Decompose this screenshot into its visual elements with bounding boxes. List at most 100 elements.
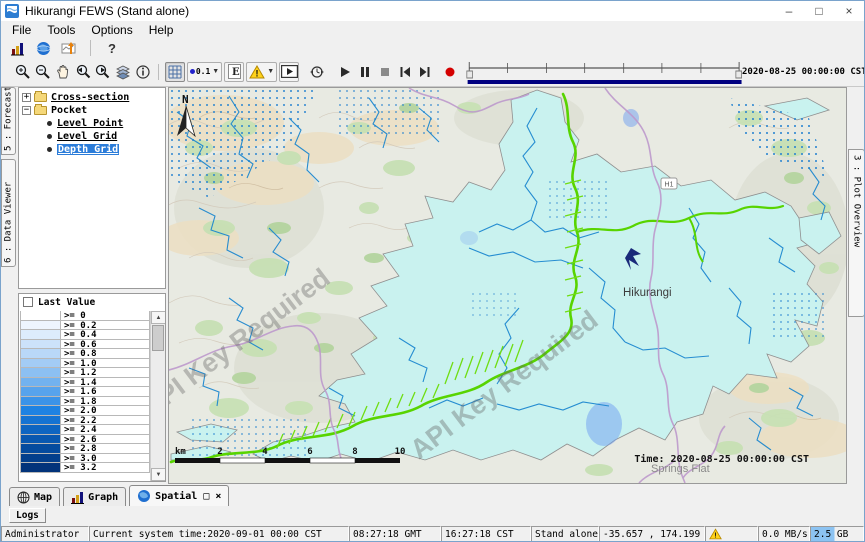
title-bar: Hikurangi FEWS (Stand alone) – □ × — [1, 1, 864, 21]
timeseries-icon — [61, 41, 77, 56]
legend-scrollbar[interactable]: ▲ ▼ — [150, 311, 165, 481]
info-button[interactable] — [133, 62, 153, 82]
map-display-button[interactable] — [33, 38, 53, 58]
svg-text:2: 2 — [217, 447, 222, 457]
legend-swatch — [21, 340, 61, 349]
info-icon — [135, 64, 151, 80]
legend-label: >= 2.6 — [61, 435, 97, 444]
warnings-dropdown[interactable]: ! ▼ — [246, 62, 277, 82]
legend-label: >= 2.4 — [61, 425, 97, 434]
town-label: Hikurangi — [623, 287, 672, 299]
spatial-globe-icon — [137, 489, 151, 503]
time-slider[interactable] — [466, 59, 742, 85]
tree-item-label-selected[interactable]: Depth Grid — [57, 144, 119, 155]
logs-button[interactable]: Logs — [9, 508, 46, 523]
status-local-time: 16:27:18 CST — [441, 526, 531, 542]
menu-item[interactable]: Tools — [39, 22, 83, 38]
zoom-in-button[interactable] — [13, 62, 33, 82]
pause-button[interactable] — [355, 62, 375, 82]
road-shield: H1 — [661, 178, 677, 189]
tab-map-label: Map — [34, 492, 52, 503]
tab-graph[interactable]: Graph — [63, 487, 126, 506]
forecast-dialog-button[interactable] — [7, 38, 27, 58]
slider-handle-start[interactable] — [466, 71, 472, 78]
tree-item-label[interactable]: Pocket — [51, 105, 87, 116]
bullet-icon — [47, 121, 52, 126]
svg-text:10: 10 — [395, 447, 406, 457]
tab-data-viewer[interactable]: 6 : Data Viewer — [1, 159, 16, 267]
svg-text:8: 8 — [352, 447, 357, 457]
zoom-previous-button[interactable] — [73, 62, 93, 82]
tree-item-level-point[interactable]: Level Point — [21, 117, 163, 130]
minimize-button[interactable]: – — [774, 1, 804, 21]
legend-label: >= 0.6 — [61, 340, 97, 349]
legend-row[interactable]: >= 3.2 — [20, 462, 150, 473]
slider-handle-end[interactable] — [735, 71, 741, 78]
map-canvas[interactable]: H1 Hikurangi Springs Flat API Key Requir… — [169, 88, 846, 483]
bullet-icon — [47, 147, 52, 152]
maximize-button[interactable]: □ — [804, 1, 834, 21]
last-value-checkbox[interactable] — [23, 297, 33, 307]
menu-item[interactable]: File — [4, 22, 39, 38]
layers-panel: + Cross-section − Pocket Level Point Lev… — [16, 87, 168, 484]
legend-swatch — [21, 425, 61, 434]
layers-button[interactable] — [113, 62, 133, 82]
pan-button[interactable] — [53, 62, 73, 82]
animation-dialog-button[interactable] — [279, 62, 299, 82]
animation-settings-button[interactable] — [307, 62, 327, 82]
map-globe-icon — [17, 491, 30, 504]
road-label: H1 — [665, 182, 674, 189]
map-viewport[interactable]: H1 Hikurangi Springs Flat API Key Requir… — [168, 87, 847, 484]
zoom-next-button[interactable] — [93, 62, 113, 82]
tree-item-label[interactable]: Level Point — [57, 118, 123, 129]
menu-item[interactable]: Help — [141, 22, 182, 38]
timeseries-dialog-button[interactable] — [59, 38, 79, 58]
timeline-span-bar — [467, 80, 741, 84]
play-button[interactable] — [335, 62, 355, 82]
status-mode: Stand alone — [531, 526, 599, 542]
status-gmt-time: 08:27:18 GMT — [349, 526, 441, 542]
help-icon: ? — [108, 41, 116, 56]
legend-swatch — [21, 387, 61, 396]
status-warning-cell: ! — [705, 526, 758, 542]
scroll-down-button[interactable]: ▼ — [151, 468, 166, 481]
svg-text:4: 4 — [262, 447, 268, 457]
scroll-thumb[interactable] — [152, 325, 164, 351]
collapse-icon[interactable]: − — [22, 106, 31, 115]
warning-icon: ! — [709, 528, 722, 540]
go-to-start-button[interactable] — [395, 62, 415, 82]
north-label: N — [182, 93, 189, 106]
tree-item-depth-grid[interactable]: Depth Grid — [21, 143, 163, 156]
tab-spatial-label: Spatial — [155, 491, 197, 502]
tree-item-label[interactable]: Cross-section — [51, 92, 129, 103]
tab-spatial[interactable]: Spatial □ × — [129, 485, 229, 506]
show-grid-button[interactable] — [165, 62, 185, 82]
movie-play-icon — [281, 65, 298, 78]
tree-item-pocket[interactable]: − Pocket — [21, 104, 163, 117]
menu-item[interactable]: Options — [83, 22, 140, 38]
left-tab-strip: 5 : Forecast 6 : Data Viewer — [1, 87, 16, 484]
zoom-out-button[interactable] — [33, 62, 53, 82]
tab-map[interactable]: Map — [9, 487, 60, 506]
go-to-end-button[interactable] — [415, 62, 435, 82]
detach-tab-icon[interactable]: □ — [203, 491, 209, 502]
legend-swatch — [21, 349, 61, 358]
application-window: Hikurangi FEWS (Stand alone) – □ × FileT… — [0, 0, 865, 542]
tab-forecast[interactable]: 5 : Forecast — [1, 87, 16, 155]
tree-item-cross-section[interactable]: + Cross-section — [21, 91, 163, 104]
close-tab-icon[interactable]: × — [215, 491, 221, 502]
scroll-up-button[interactable]: ▲ — [151, 311, 166, 324]
grid-threshold-dropdown[interactable]: 0.1 ▼ — [187, 62, 222, 82]
layers-icon — [115, 64, 131, 80]
record-button[interactable] — [440, 62, 460, 82]
legend-toggle-button[interactable]: E — [224, 62, 244, 82]
tree-item-label[interactable]: Level Grid — [57, 131, 117, 142]
tab-plot-overview[interactable]: 3 : Plot Overview — [848, 149, 865, 317]
tree-item-level-grid[interactable]: Level Grid — [21, 130, 163, 143]
legend-swatch — [21, 321, 61, 330]
stop-button[interactable] — [375, 62, 395, 82]
grid-icon — [168, 65, 182, 79]
expand-icon[interactable]: + — [22, 93, 31, 102]
help-button[interactable]: ? — [102, 38, 122, 58]
close-button[interactable]: × — [834, 1, 864, 21]
